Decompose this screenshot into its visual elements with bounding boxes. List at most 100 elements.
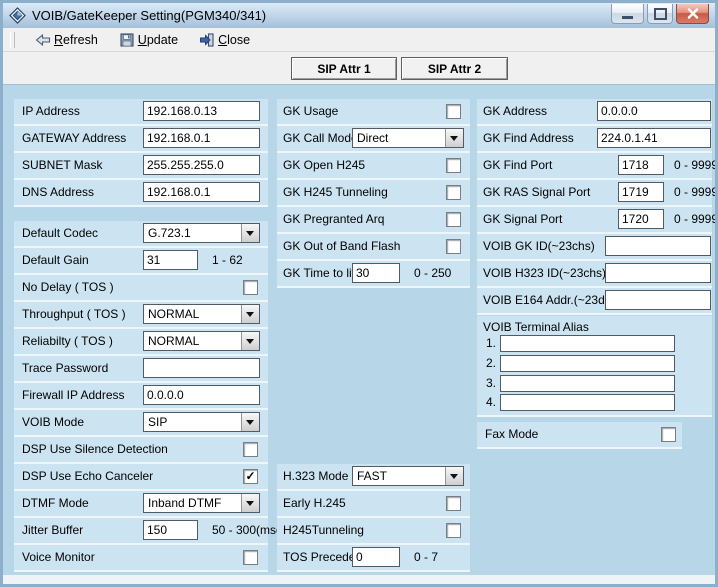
- gk-call-mode-dropdown-button[interactable]: [445, 129, 463, 147]
- gk-time-to-live-sec-range: 0 - 250: [414, 261, 451, 286]
- gk-usage-checkbox[interactable]: [446, 104, 461, 119]
- gk-pregranted-arq-checkbox[interactable]: [446, 212, 461, 227]
- chevron-down-icon: [246, 501, 254, 510]
- codec-group: Default CodecG.723.1Default Gain1 - 62No…: [14, 221, 268, 572]
- dtmf-mode-dropdown-button[interactable]: [241, 494, 259, 512]
- gk-call-mode-value: Direct: [357, 130, 388, 147]
- gatekeeper-group: GK UsageGK Call ModeDirectGK Open H245 GK…: [277, 99, 470, 288]
- terminal-alias-3-input[interactable]: [500, 375, 675, 392]
- gk-ras-signal-port-input[interactable]: [618, 182, 664, 202]
- h-323-mode-select[interactable]: FAST: [352, 466, 464, 486]
- dtmf-mode-label: DTMF Mode: [22, 491, 89, 516]
- terminal-alias-4-number: 4.: [486, 394, 496, 411]
- gk-call-mode-select[interactable]: Direct: [352, 128, 464, 148]
- gk-open-h245-row: GK Open H245: [277, 153, 470, 178]
- voib-gatekeeper-window: VOIB/GateKeeper Setting(PGM340/341) Refr…: [0, 0, 718, 587]
- voice-monitor-checkbox[interactable]: [243, 550, 258, 565]
- terminal-alias-4-input[interactable]: [500, 394, 675, 411]
- dtmf-mode-value: Inband DTMF: [148, 495, 221, 512]
- throughput-tos-select[interactable]: NORMAL: [143, 304, 260, 324]
- fax-mode-checkbox[interactable]: [661, 427, 676, 442]
- jitter-buffer-input[interactable]: [143, 520, 198, 540]
- gk-find-port-input[interactable]: [618, 155, 664, 175]
- gk-ras-signal-port-row: GK RAS Signal Port0 - 9999: [477, 180, 712, 205]
- throughput-tos-dropdown-button[interactable]: [241, 305, 259, 323]
- chevron-down-icon: [450, 136, 458, 145]
- default-codec-label: Default Codec: [22, 221, 98, 246]
- terminal-alias-group: VOIB Terminal Alias1.2.3.4.: [477, 316, 712, 415]
- h-323-mode-row: H.323 Mode FAST: [277, 464, 470, 489]
- gk-signal-port-row: GK Signal Port0 - 9999: [477, 207, 712, 232]
- trace-password-input[interactable]: [143, 358, 260, 378]
- tos-precedence-input[interactable]: [352, 547, 400, 567]
- reliabilty-tos-select[interactable]: NORMAL: [143, 331, 260, 351]
- chevron-down-icon: [246, 339, 254, 348]
- h-323-mode-dropdown-button[interactable]: [445, 467, 463, 485]
- gk-open-h245-checkbox[interactable]: [446, 158, 461, 173]
- default-gain-input[interactable]: [143, 250, 198, 270]
- gk-ras-signal-port-range: 0 - 9999: [674, 180, 718, 205]
- no-delay-tos-label: No Delay ( TOS ): [22, 275, 114, 300]
- gk-signal-port-label: GK Signal Port: [483, 207, 562, 232]
- gk-usage-row: GK Usage: [277, 99, 470, 124]
- gk-time-to-live-sec-input[interactable]: [352, 263, 400, 283]
- gk-out-of-band-flash-checkbox[interactable]: [446, 239, 461, 254]
- dsp-use-echo-canceler-row: DSP Use Echo Canceler ✓: [14, 464, 268, 489]
- dns-address-row: DNS Address: [14, 180, 268, 205]
- gk-h245-tunneling-checkbox[interactable]: [446, 185, 461, 200]
- gk-signal-port-input[interactable]: [618, 209, 664, 229]
- chevron-down-icon: [246, 420, 254, 429]
- h-323-mode-label: H.323 Mode: [283, 464, 348, 489]
- default-codec-dropdown-button[interactable]: [241, 224, 259, 242]
- firewall-ip-address-input[interactable]: [143, 385, 260, 405]
- dtmf-mode-row: DTMF Mode Inband DTMF: [14, 491, 268, 516]
- no-delay-tos-checkbox[interactable]: [243, 280, 258, 295]
- voib-h323-id-23chs-input[interactable]: [605, 263, 711, 283]
- dsp-use-echo-canceler-checkbox[interactable]: ✓: [243, 469, 258, 484]
- fax-mode-label: Fax Mode: [485, 422, 538, 447]
- voice-monitor-row: Voice Monitor: [14, 545, 268, 570]
- dns-address-input[interactable]: [143, 182, 260, 202]
- terminal-alias-2-input[interactable]: [500, 355, 675, 372]
- h323-group: H.323 ModeFASTEarly H.245H245TunnelingTO…: [277, 464, 470, 572]
- gk-usage-label: GK Usage: [283, 99, 338, 124]
- tos-precedence-row: TOS Precedence0 - 7: [277, 545, 470, 570]
- voib-mode-label: VOIB Mode: [22, 410, 84, 435]
- gateway-address-input[interactable]: [143, 128, 260, 148]
- voib-gk-id-23chs-input[interactable]: [605, 236, 711, 256]
- ip-address-row: IP Address: [14, 99, 268, 124]
- voib-e164-addr-23dgt-input[interactable]: [605, 290, 711, 310]
- reliabilty-tos-value: NORMAL: [148, 333, 199, 350]
- dtmf-mode-select[interactable]: Inband DTMF: [143, 493, 260, 513]
- h245tunneling-label: H245Tunneling: [283, 518, 364, 543]
- gk-pregranted-arq-label: GK Pregranted Arq: [283, 207, 384, 232]
- fax-mode-row: Fax Mode: [477, 422, 682, 447]
- chevron-down-icon: [246, 312, 254, 321]
- subnet-mask-input[interactable]: [143, 155, 260, 175]
- h245tunneling-row: H245Tunneling: [277, 518, 470, 543]
- gk-find-address-input[interactable]: [597, 128, 711, 148]
- dsp-use-echo-canceler-label: DSP Use Echo Canceler: [22, 464, 153, 489]
- h-323-mode-value: FAST: [357, 468, 387, 485]
- dsp-use-silence-detection-checkbox[interactable]: [243, 442, 258, 457]
- gateway-address-label: GATEWAY Address: [22, 126, 126, 151]
- voib-gk-id-23chs-row: VOIB GK ID(~23chs): [477, 234, 712, 259]
- voib-mode-select[interactable]: SIP: [143, 412, 260, 432]
- terminal-alias-label: VOIB Terminal Alias: [483, 318, 589, 336]
- voib-mode-value: SIP: [148, 414, 167, 431]
- gk-find-address-row: GK Find Address: [477, 126, 712, 151]
- early-h-245-checkbox[interactable]: [446, 496, 461, 511]
- reliabilty-tos-dropdown-button[interactable]: [241, 332, 259, 350]
- jitter-buffer-label: Jitter Buffer: [22, 518, 83, 543]
- ip-address-input[interactable]: [143, 101, 260, 121]
- voice-monitor-label: Voice Monitor: [22, 545, 95, 570]
- gk-call-mode-row: GK Call ModeDirect: [277, 126, 470, 151]
- gk-ras-signal-port-label: GK RAS Signal Port: [483, 180, 590, 205]
- voib-mode-dropdown-button[interactable]: [241, 413, 259, 431]
- h245tunneling-checkbox[interactable]: [446, 523, 461, 538]
- terminal-alias-1-input[interactable]: [500, 335, 675, 352]
- gk-address-input[interactable]: [597, 101, 711, 121]
- dsp-use-silence-detection-label: DSP Use Silence Detection: [22, 437, 168, 462]
- default-codec-select[interactable]: G.723.1: [143, 223, 260, 243]
- dns-address-label: DNS Address: [22, 180, 94, 205]
